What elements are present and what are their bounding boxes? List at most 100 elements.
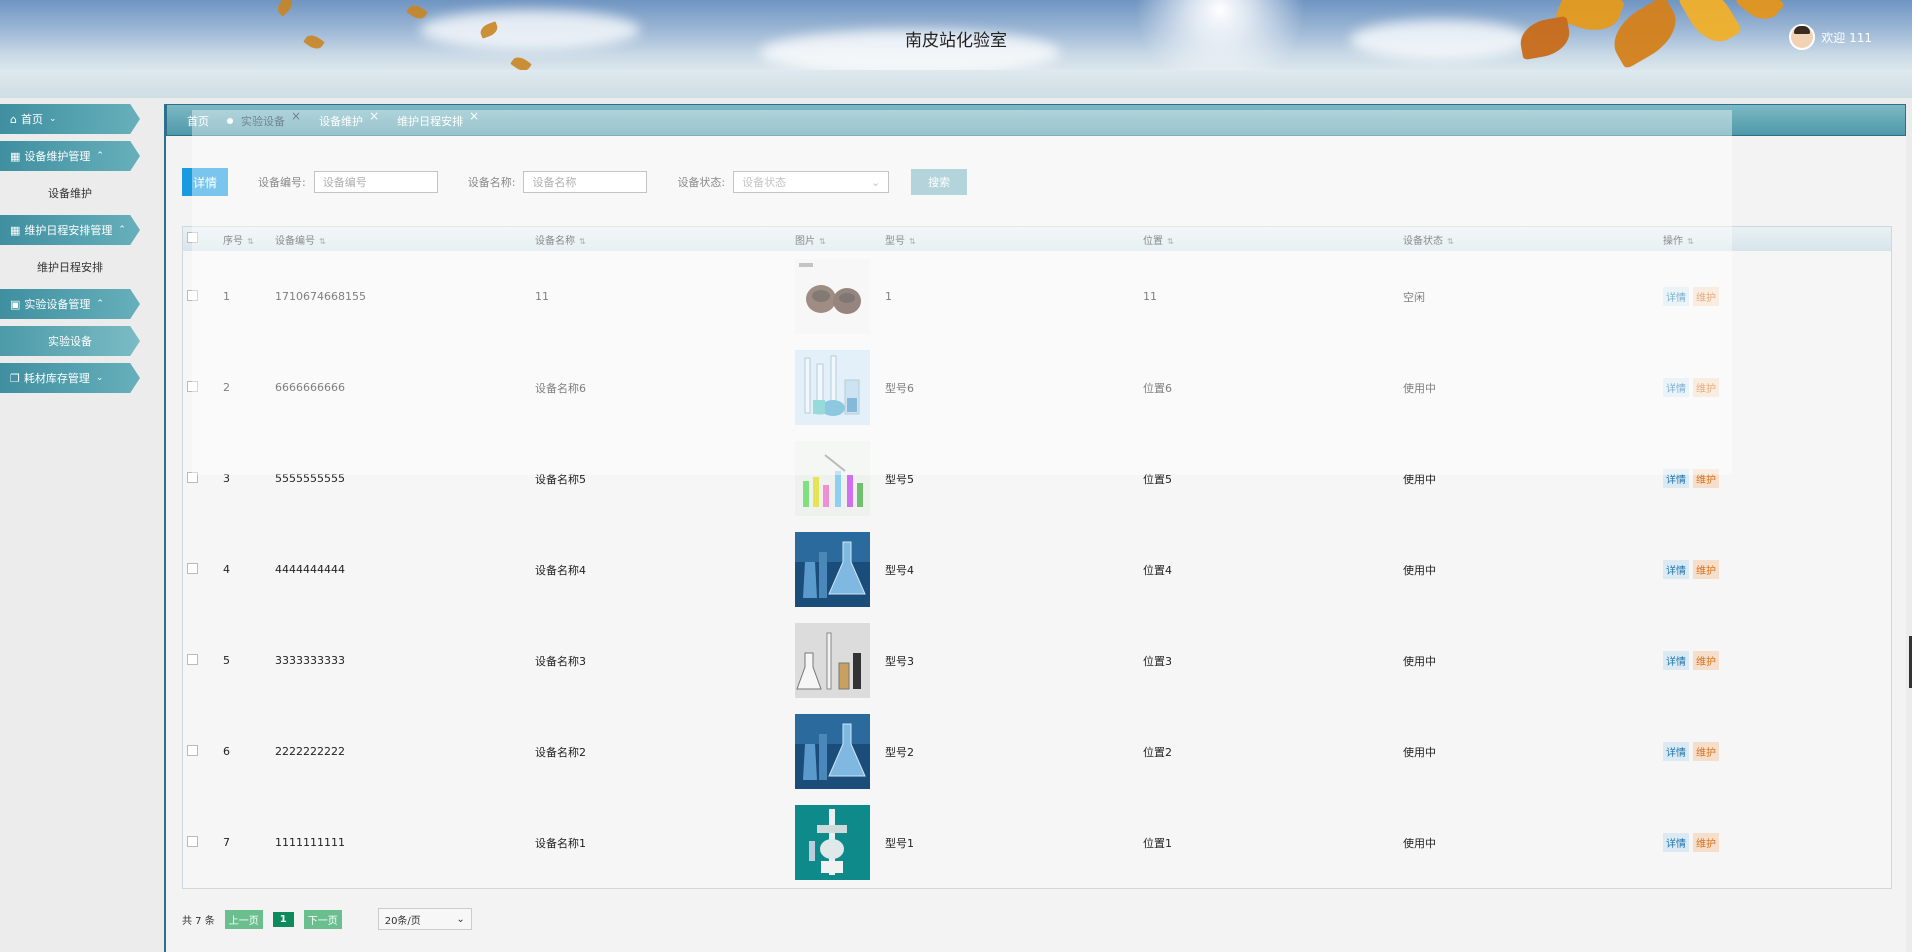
equipment-image[interactable] — [795, 805, 870, 880]
row-detail-button[interactable]: 详情 — [1663, 560, 1689, 579]
site-title: 南皮站化验室 — [905, 31, 1007, 51]
tab-home[interactable]: 首页 — [187, 113, 209, 135]
welcome-text: 欢迎 111 — [1821, 30, 1872, 45]
sidebar-item-equipment-maintenance[interactable]: 设备维护 — [0, 178, 140, 208]
leaf — [1735, 0, 1785, 28]
row-maintain-button[interactable]: 维护 — [1693, 651, 1719, 670]
chevron-down-icon: ⌄ — [456, 913, 465, 925]
column-header[interactable]: 设备名称 ⇅ — [535, 232, 795, 247]
sort-icon: ⇅ — [1447, 236, 1454, 246]
row-checkbox[interactable] — [187, 380, 198, 392]
tab-label: 实验设备 — [241, 115, 285, 128]
equipment-image[interactable] — [795, 259, 870, 334]
cell-name: 设备名称1 — [535, 836, 586, 850]
cell-seq: 1 — [223, 290, 230, 303]
cell-code: 1710674668155 — [275, 290, 366, 303]
select-all-checkbox[interactable] — [187, 232, 198, 243]
column-header[interactable]: 图片 ⇅ — [795, 232, 885, 247]
next-page-button[interactable]: 下一页 — [303, 909, 342, 929]
row-checkbox[interactable] — [187, 289, 198, 301]
tab-lab-equipment[interactable]: 实验设备 × — [227, 109, 301, 135]
tab-equipment-maintenance[interactable]: 设备维护 × — [319, 109, 379, 135]
detail-button[interactable]: 详情 — [182, 168, 228, 196]
table-row[interactable]: 6 2222222222 设备名称2 型号2 位置2 使用中 详情 维护 — [183, 706, 1891, 797]
name-input[interactable] — [523, 171, 648, 193]
name-label: 设备名称: — [467, 176, 516, 189]
cell-location: 位置3 — [1143, 654, 1172, 668]
row-detail-button[interactable]: 详情 — [1663, 469, 1689, 488]
table-row[interactable]: 2 6666666666 设备名称6 型号6 位置6 使用中 详情 维护 — [183, 342, 1891, 433]
code-input[interactable] — [313, 171, 438, 193]
page-number[interactable]: 1 — [272, 911, 294, 927]
sidebar-item-home[interactable]: ⌂ 首页 ⌄ — [0, 104, 140, 134]
sidebar-item-label: 维护日程安排管理 — [24, 224, 113, 237]
equipment-image[interactable] — [795, 714, 870, 789]
row-maintain-button[interactable]: 维护 — [1693, 560, 1719, 579]
equipment-image[interactable] — [795, 441, 870, 516]
column-header[interactable]: 位置 ⇅ — [1143, 232, 1403, 247]
search-toolbar: 详情 设备编号: 设备名称: 设备状态: 设备状态 ⌄ 搜索 — [182, 168, 968, 196]
row-detail-button[interactable]: 详情 — [1663, 833, 1689, 852]
row-detail-button[interactable]: 详情 — [1663, 378, 1689, 397]
tab-schedule[interactable]: 维护日程安排 × — [397, 109, 479, 135]
sidebar-item-lab-equipment-mgmt[interactable]: ▣ 实验设备管理 ⌃ — [0, 289, 140, 319]
cell-name: 设备名称2 — [535, 745, 586, 759]
row-detail-button[interactable]: 详情 — [1663, 651, 1689, 670]
prev-page-button[interactable]: 上一页 — [224, 909, 263, 929]
row-checkbox[interactable] — [187, 835, 198, 847]
close-icon[interactable]: × — [291, 109, 301, 123]
row-detail-button[interactable]: 详情 — [1663, 287, 1689, 306]
sort-icon: ⇅ — [1687, 236, 1694, 246]
equipment-image[interactable] — [795, 532, 870, 607]
user-menu[interactable]: 欢迎 111 — [1789, 24, 1872, 50]
search-button[interactable]: 搜索 — [911, 169, 968, 195]
cell-status: 使用中 — [1403, 381, 1436, 395]
row-detail-button[interactable]: 详情 — [1663, 742, 1689, 761]
row-checkbox[interactable] — [187, 653, 198, 665]
row-maintain-button[interactable]: 维护 — [1693, 378, 1719, 397]
sidebar-item-consumables-mgmt[interactable]: ❐ 耗材库存管理 ⌄ — [0, 363, 140, 393]
cell-code: 4444444444 — [275, 563, 345, 576]
table-row[interactable]: 5 3333333333 设备名称3 型号3 位置3 使用中 详情 维护 — [183, 615, 1891, 706]
sidebar-item-schedule-mgmt[interactable]: ▦ 维护日程安排管理 ⌃ — [0, 215, 140, 245]
sidebar-item-lab-equipment[interactable]: 实验设备 — [0, 326, 140, 356]
equipment-image[interactable] — [795, 350, 870, 425]
grid-icon: ▦ — [10, 223, 21, 237]
column-header[interactable]: 序号 ⇅ — [223, 232, 275, 247]
row-maintain-button[interactable]: 维护 — [1693, 287, 1719, 306]
sidebar-item-schedule[interactable]: 维护日程安排 — [0, 252, 140, 282]
table-row[interactable]: 7 1111111111 设备名称1 型号1 位置1 使用中 详情 维护 — [183, 797, 1891, 888]
code-label: 设备编号: — [258, 176, 306, 189]
chevron-down-icon: ⌄ — [870, 175, 881, 189]
cell-name: 11 — [535, 290, 549, 303]
column-header[interactable]: 型号 ⇅ — [885, 232, 1143, 247]
row-checkbox[interactable] — [187, 744, 198, 756]
row-maintain-button[interactable]: 维护 — [1693, 833, 1719, 852]
column-header[interactable]: 设备状态 ⇅ — [1403, 232, 1663, 247]
table-row[interactable]: 4 4444444444 设备名称4 型号4 位置4 使用中 详情 维护 — [183, 524, 1891, 615]
table-row[interactable]: 3 5555555555 设备名称5 型号5 位置5 使用中 详情 维护 — [183, 433, 1891, 524]
row-checkbox[interactable] — [187, 471, 198, 483]
close-icon[interactable]: × — [369, 109, 379, 123]
page-size-select[interactable]: 20条/页 ⌄ — [377, 908, 472, 930]
cell-model: 型号2 — [885, 745, 914, 759]
equipment-image[interactable] — [795, 623, 870, 698]
cell-model: 型号6 — [885, 381, 914, 395]
car-icon: ▣ — [10, 297, 21, 311]
column-header[interactable]: 设备编号 ⇅ — [275, 232, 535, 247]
status-label: 设备状态: — [677, 176, 726, 189]
cell-name: 设备名称3 — [535, 654, 586, 668]
column-header[interactable]: 操作 ⇅ — [1663, 232, 1793, 247]
status-select[interactable]: 设备状态 ⌄ — [733, 171, 890, 193]
close-icon[interactable]: × — [469, 109, 479, 123]
table-row[interactable]: 1 1710674668155 11 1 11 空闲 详情 维护 — [183, 251, 1891, 342]
sort-icon: ⇅ — [579, 236, 586, 246]
cell-model: 型号1 — [885, 836, 914, 850]
cell-seq: 2 — [223, 381, 230, 394]
sidebar-item-equipment-maintenance-mgmt[interactable]: ▦ 设备维护管理 ⌃ — [0, 141, 140, 171]
sidebar-item-label: 首页 — [20, 113, 43, 126]
cell-model: 型号4 — [885, 563, 914, 577]
row-maintain-button[interactable]: 维护 — [1693, 742, 1719, 761]
row-maintain-button[interactable]: 维护 — [1693, 469, 1719, 488]
row-checkbox[interactable] — [187, 562, 198, 574]
